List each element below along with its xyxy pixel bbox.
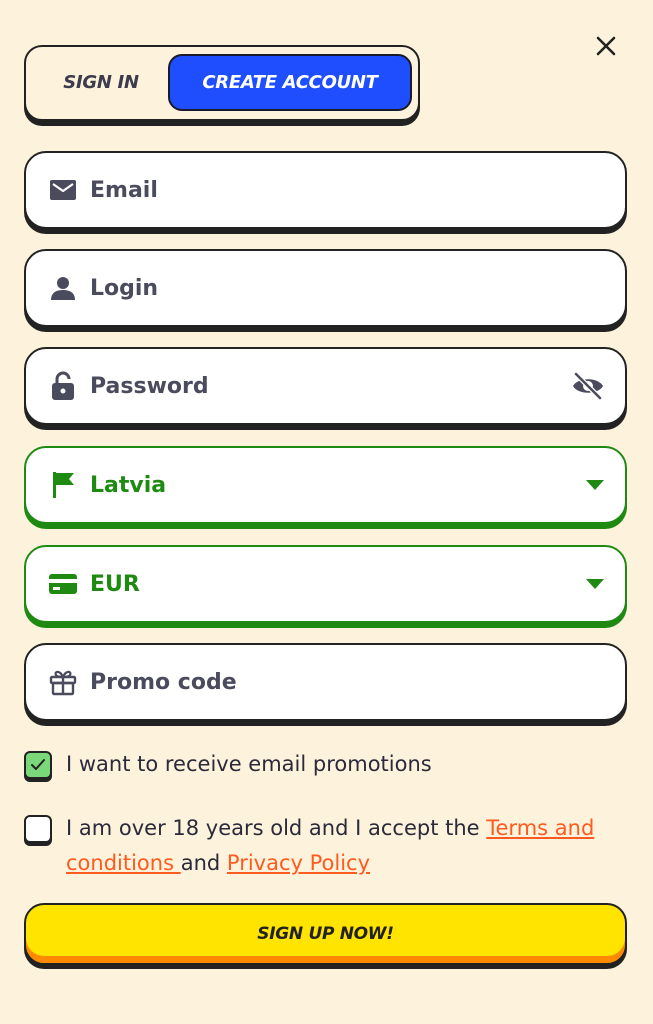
age-terms-label: I am over 18 years old and I accept the … bbox=[66, 811, 627, 881]
email-promotions-label: I want to receive email promotions bbox=[66, 752, 432, 776]
close-icon bbox=[596, 36, 616, 56]
email-field[interactable]: Email bbox=[24, 151, 627, 229]
auth-tabs: SIGN IN CREATE ACCOUNT bbox=[24, 45, 420, 121]
age-terms-text: I am over 18 years old and I accept the bbox=[66, 816, 487, 840]
age-terms-row: I am over 18 years old and I accept the … bbox=[24, 815, 627, 881]
chevron-down-icon bbox=[585, 578, 605, 590]
tab-sign-in[interactable]: SIGN IN bbox=[34, 54, 168, 111]
password-field[interactable]: Password bbox=[24, 347, 627, 425]
currency-select[interactable]: EUR bbox=[24, 545, 627, 623]
sign-up-button[interactable]: SIGN UP NOW! bbox=[24, 903, 627, 965]
credit-card-icon bbox=[48, 569, 78, 599]
user-icon bbox=[48, 273, 78, 303]
privacy-policy-link[interactable]: Privacy Policy bbox=[227, 851, 370, 875]
envelope-icon bbox=[48, 175, 78, 205]
checkmark-icon bbox=[31, 759, 45, 770]
currency-value: EUR bbox=[90, 571, 140, 597]
country-value: Latvia bbox=[90, 472, 167, 498]
eye-off-icon[interactable] bbox=[571, 372, 605, 400]
password-placeholder: Password bbox=[90, 373, 209, 399]
promo-code-placeholder: Promo code bbox=[90, 669, 237, 695]
close-button[interactable] bbox=[590, 30, 622, 62]
age-terms-checkbox[interactable] bbox=[24, 815, 52, 843]
gift-icon bbox=[48, 667, 78, 697]
flag-icon bbox=[48, 470, 78, 500]
promo-code-field[interactable]: Promo code bbox=[24, 643, 627, 721]
login-placeholder: Login bbox=[90, 275, 159, 301]
email-promotions-row: I want to receive email promotions bbox=[24, 751, 432, 782]
email-promotions-checkbox[interactable] bbox=[24, 751, 52, 779]
tab-create-account[interactable]: CREATE ACCOUNT bbox=[168, 54, 412, 111]
age-terms-and: and bbox=[180, 851, 227, 875]
lock-icon bbox=[48, 371, 78, 401]
email-placeholder: Email bbox=[90, 177, 158, 203]
country-select[interactable]: Latvia bbox=[24, 446, 627, 524]
login-field[interactable]: Login bbox=[24, 249, 627, 327]
chevron-down-icon bbox=[585, 479, 605, 491]
